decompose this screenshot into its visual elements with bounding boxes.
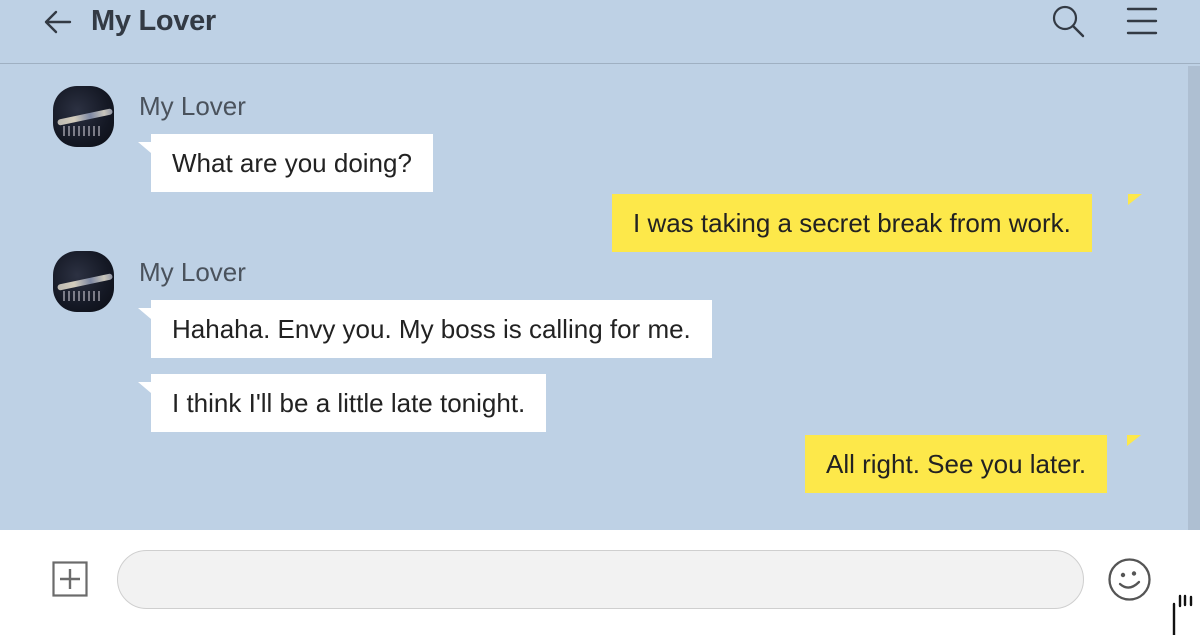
search-icon[interactable] bbox=[1050, 2, 1086, 40]
message-input[interactable] bbox=[117, 550, 1084, 609]
back-arrow-icon[interactable] bbox=[40, 4, 76, 40]
plus-icon[interactable] bbox=[52, 561, 88, 597]
incoming-message-bubble[interactable]: What are you doing? bbox=[151, 134, 433, 192]
menu-icon[interactable] bbox=[1126, 6, 1158, 36]
avatar-photo bbox=[56, 273, 114, 291]
incoming-message-bubble[interactable]: Hahaha. Envy you. My boss is calling for… bbox=[151, 300, 712, 358]
outgoing-message-bubble[interactable]: All right. See you later. bbox=[805, 435, 1108, 493]
chat-title: My Lover bbox=[91, 5, 216, 37]
avatar[interactable] bbox=[53, 86, 114, 147]
outgoing-message-bubble[interactable]: I was taking a secret break from work. bbox=[612, 194, 1092, 252]
emoji-icon[interactable] bbox=[1107, 557, 1152, 602]
sender-name: My Lover bbox=[139, 257, 246, 287]
chat-header: My Lover bbox=[0, 0, 1200, 64]
avatar-photo bbox=[56, 108, 114, 126]
corner-mark-icon bbox=[1172, 594, 1193, 635]
chat-scrollbar[interactable] bbox=[1188, 66, 1200, 530]
sender-name: My Lover bbox=[139, 91, 246, 121]
incoming-message-bubble[interactable]: I think I'll be a little late tonight. bbox=[151, 374, 547, 432]
avatar[interactable] bbox=[53, 251, 114, 312]
